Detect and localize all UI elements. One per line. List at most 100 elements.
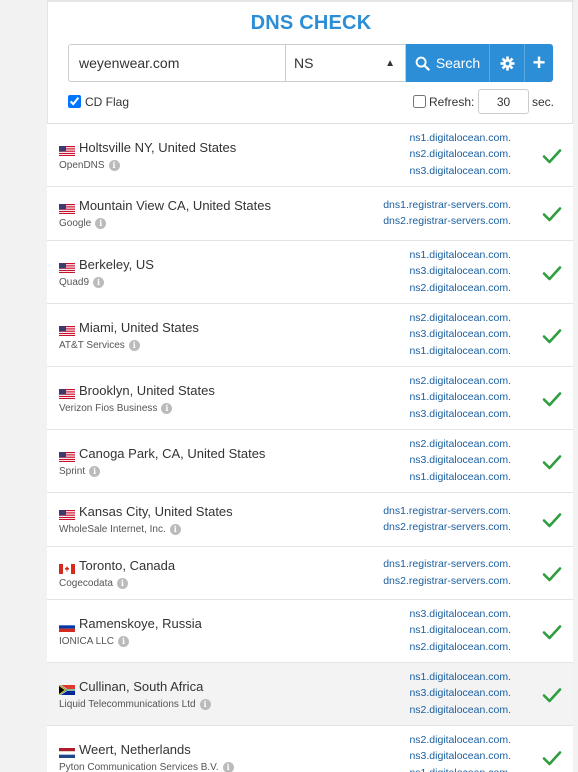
cd-flag-checkbox[interactable]	[68, 95, 81, 108]
nameserver-entry: ns3.digitalocean.com.	[409, 328, 511, 341]
nameserver-list: ns3.digitalocean.com. ns1.digitalocean.co…	[409, 606, 511, 656]
flag-ru-icon	[59, 619, 75, 632]
info-icon[interactable]: i	[89, 465, 101, 477]
resolver-provider: WholeSale Internet, Inc. i	[59, 524, 181, 535]
result-row[interactable]: Cullinan, South Africa Liquid Telecommuni…	[47, 663, 573, 726]
nameserver-entry: ns2.digitalocean.com.	[409, 733, 511, 746]
resolver-location: Mountain View CA, United States	[79, 198, 271, 213]
flag-nl-icon	[59, 745, 75, 758]
add-button[interactable]: +	[524, 44, 553, 82]
result-row[interactable]: Kansas City, United States WholeSale Inte…	[47, 493, 573, 547]
info-icon[interactable]: i	[222, 761, 234, 772]
resolver-provider: Quad9 i	[59, 276, 105, 288]
nameserver-list: ns1.digitalocean.com. ns3.digitalocean.co…	[409, 247, 511, 297]
result-row[interactable]: Mountain View CA, United States Google i dn…	[47, 187, 573, 241]
flag-us-icon	[59, 260, 75, 273]
nameserver-entry: dns2.registrar-servers.com.	[383, 215, 511, 227]
nameserver-entry: ns3.digitalocean.com.	[409, 687, 511, 700]
nameserver-entry: ns3.digitalocean.com.	[409, 265, 511, 278]
resolver-location: Cullinan, South Africa	[79, 678, 204, 694]
result-row[interactable]: Brooklyn, United States Verizon Fios Busi…	[47, 367, 573, 430]
resolver-provider: OpenDNS i	[59, 159, 120, 171]
nameserver-entry: ns1.digitalocean.com.	[409, 624, 511, 637]
success-check-icon	[542, 512, 562, 533]
flag-us-icon	[59, 449, 75, 462]
resolver-provider: IONICA LLC i	[59, 635, 130, 647]
nameserver-entry: dns1.registrar-servers.com.	[383, 558, 511, 570]
nameserver-entry: ns1.digitalocean.com.	[409, 670, 511, 683]
info-icon[interactable]: i	[199, 698, 211, 710]
resolver-provider: Google i	[59, 218, 107, 229]
nameserver-list: ns1.digitalocean.com. ns3.digitalocean.co…	[409, 669, 511, 719]
flag-us-icon	[59, 386, 75, 399]
nameserver-entry: ns2.digitalocean.com.	[409, 374, 511, 387]
result-row[interactable]: Toronto, Canada Cogecodata i dns1.registrar…	[47, 547, 573, 600]
provider-name: Cogecodata	[59, 577, 113, 589]
flag-us-icon	[59, 507, 75, 520]
result-row[interactable]: Ramenskoye, Russia IONICA LLC i ns3.digital…	[47, 600, 573, 663]
nameserver-entry: ns2.digitalocean.com.	[409, 148, 511, 161]
provider-name: OpenDNS	[59, 159, 105, 171]
resolver-provider: Verizon Fios Business i	[59, 402, 173, 414]
result-row[interactable]: Miami, United States AT&T Services i ns2.di…	[47, 304, 573, 367]
flag-us-icon	[59, 323, 75, 336]
nameserver-entry: ns2.digitalocean.com.	[409, 311, 511, 324]
nameserver-entry: ns3.digitalocean.com.	[409, 407, 511, 420]
info-icon[interactable]: i	[93, 276, 105, 288]
info-icon[interactable]: i	[128, 339, 140, 351]
gear-icon	[499, 55, 515, 71]
resolver-location: Ramenskoye, Russia	[79, 615, 202, 631]
record-type-select[interactable]: NS ▲︎	[286, 44, 406, 82]
nameserver-entry: ns3.digitalocean.com.	[409, 607, 511, 620]
flag-za-icon	[59, 682, 75, 695]
flag-ca-icon	[59, 561, 75, 574]
info-icon[interactable]: i	[118, 635, 130, 647]
result-row[interactable]: Canoga Park, CA, United States Sprint i ns2…	[47, 430, 573, 493]
flag-us-icon	[59, 143, 75, 156]
provider-name: Google	[59, 218, 92, 229]
settings-button[interactable]	[489, 44, 524, 82]
success-check-icon	[542, 148, 562, 169]
nameserver-entry: ns1.digitalocean.com.	[409, 131, 511, 144]
resolver-location: Berkeley, US	[79, 256, 154, 272]
search-button[interactable]: Search	[406, 44, 489, 82]
nameserver-entry: ns1.digitalocean.com.	[409, 391, 511, 404]
success-check-icon	[542, 391, 562, 412]
info-icon[interactable]: i	[95, 218, 107, 229]
provider-name: Liquid Telecommunications Ltd	[59, 698, 196, 710]
search-icon	[415, 56, 430, 71]
nameserver-entry: ns2.digitalocean.com.	[409, 437, 511, 450]
refresh-checkbox[interactable]	[413, 95, 426, 108]
refresh-interval-input[interactable]	[478, 89, 529, 114]
domain-input[interactable]	[68, 44, 286, 82]
success-check-icon	[542, 206, 562, 227]
resolver-location: Toronto, Canada	[79, 557, 176, 573]
nameserver-entry: ns3.digitalocean.com.	[409, 454, 511, 467]
success-check-icon	[542, 687, 562, 708]
result-row[interactable]: Holtsville NY, United States OpenDNS i ns1.…	[47, 124, 573, 187]
success-check-icon	[542, 750, 562, 771]
provider-name: IONICA LLC	[59, 635, 115, 647]
nameserver-entry: ns1.digitalocean.com.	[409, 765, 511, 772]
refresh-label: Refresh:	[429, 95, 475, 109]
info-icon[interactable]: i	[161, 402, 173, 414]
nameserver-entry: ns2.digitalocean.com.	[409, 640, 511, 653]
result-row[interactable]: Weert, Netherlands Pyton Communication Se…	[47, 726, 573, 772]
resolver-provider: Sprint i	[59, 465, 101, 477]
result-row[interactable]: Berkeley, US Quad9 i ns1.digitalocean.com. n…	[47, 241, 573, 304]
resolver-provider: AT&T Services i	[59, 339, 140, 351]
success-check-icon	[542, 566, 562, 587]
info-icon[interactable]: i	[169, 524, 181, 535]
provider-name: WholeSale Internet, Inc.	[59, 524, 166, 535]
nameserver-entry: ns3.digitalocean.com.	[409, 750, 511, 763]
resolver-location: Kansas City, United States	[79, 504, 233, 519]
info-icon[interactable]: i	[116, 577, 128, 589]
nameserver-list: dns1.registrar-servers.com. dns2.registra…	[383, 503, 511, 536]
nameserver-entry: dns1.registrar-servers.com.	[383, 504, 511, 517]
provider-name: Quad9	[59, 276, 90, 288]
info-icon[interactable]: i	[108, 159, 120, 171]
provider-name: Sprint	[59, 465, 86, 477]
provider-name: Verizon Fios Business	[59, 402, 158, 414]
resolver-location: Weert, Netherlands	[79, 741, 191, 757]
flag-us-icon	[59, 201, 75, 214]
